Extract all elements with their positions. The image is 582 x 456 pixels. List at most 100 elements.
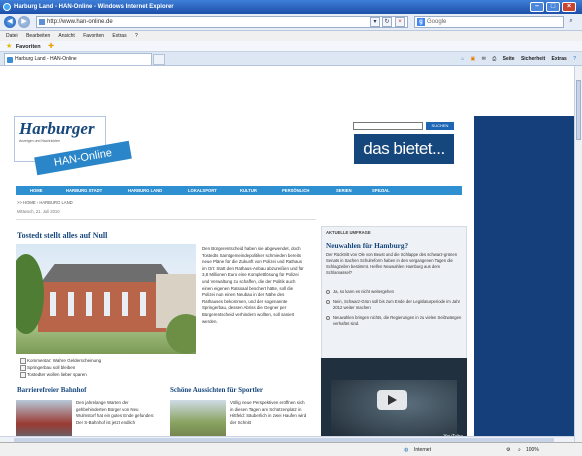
nav-persoenlich[interactable]: PERSÖNLICH	[282, 186, 309, 195]
related-link[interactable]: Kommentar: Wahre Gelderscheinung	[20, 357, 101, 364]
tools-menu[interactable]: Extras	[552, 56, 567, 62]
site-nav: HOME HARBURG STADT HARBURG LAND LOKALSPO…	[16, 186, 462, 195]
address-url: http://www.han-online.de	[47, 19, 113, 25]
help-icon[interactable]: ?	[573, 56, 576, 62]
article2-photo[interactable]	[16, 400, 72, 440]
poll-label: AKTUELLE UMFRAGE	[326, 230, 371, 235]
page-viewport: Harburger Anzeigen und Nachrichten HAN-O…	[0, 66, 574, 442]
related-link[interactable]: Springerbau soll bleiben	[20, 364, 101, 371]
video-thumbnail	[331, 380, 457, 440]
photo-window	[86, 292, 92, 316]
ie-logo-icon	[3, 3, 11, 11]
globe-icon: ◍	[404, 447, 409, 453]
photo-tree	[166, 314, 196, 354]
poll-option[interactable]: Ja, so kann es nicht weitergehen	[326, 289, 464, 295]
main-headline[interactable]: Tostedt stellt alles auf Null	[17, 231, 107, 240]
scroll-thumb[interactable]	[576, 80, 581, 140]
navigation-bar: ◀ ▶ http://www.han-online.de ▾ ↻ × g Goo…	[0, 14, 582, 31]
favorites-button[interactable]: Favoriten	[16, 44, 41, 50]
zone-label: Internet	[414, 447, 431, 453]
zoom-icon[interactable]: ⌕	[518, 443, 521, 456]
main-article-photo[interactable]	[16, 244, 196, 354]
poll-option-label: Nein, Schwarz-Grün soll bis zum Ende der…	[333, 299, 461, 310]
title-bar: Harburg Land - HAN-Online - Windows Inte…	[0, 0, 582, 14]
menu-item-bearbeiten[interactable]: Bearbeiten	[26, 33, 50, 39]
poll-option[interactable]: Neuwahlen bringen nichts, die Regierunge…	[326, 315, 464, 327]
nav-lokalsport[interactable]: LOKALSPORT	[188, 186, 217, 195]
article2-headline[interactable]: Barrierefreier Bahnhof	[17, 386, 86, 394]
menu-item-help[interactable]: ?	[135, 33, 138, 39]
poll-option[interactable]: Nein, Schwarz-Grün soll bis zum Ende der…	[326, 299, 464, 311]
maximize-button[interactable]: □	[546, 2, 560, 12]
nav-serien[interactable]: SERIEN	[336, 186, 352, 195]
radio-icon[interactable]	[326, 290, 330, 294]
site-logo[interactable]: Harburger Anzeigen und Nachrichten HAN-O…	[14, 116, 132, 176]
address-dropdown-icon[interactable]: ▾	[370, 17, 380, 27]
photo-window	[50, 292, 56, 316]
refresh-icon[interactable]: ↻	[382, 17, 392, 27]
tab-title: Harburg Land - HAN-Online	[15, 56, 77, 62]
photo-window	[68, 292, 74, 316]
page-icon	[39, 19, 45, 25]
poll-intro: Der Rücktritt von Ole von Beust und die …	[326, 252, 458, 275]
article3-headline[interactable]: Schöne Aussichten für Sportler	[170, 386, 263, 394]
menu-item-favoriten[interactable]: Favoriten	[83, 33, 104, 39]
site-search-input[interactable]	[353, 122, 423, 130]
photo-roof	[39, 264, 176, 284]
photo-building	[38, 282, 166, 332]
tab-bar: Harburg Land - HAN-Online ⌂ ▣ ✉ ⎙ Seite …	[0, 52, 582, 66]
stop-icon[interactable]: ×	[395, 17, 405, 27]
forward-button[interactable]: ▶	[18, 16, 30, 28]
article3-photo[interactable]	[170, 400, 226, 440]
zoom-level[interactable]: 100%	[526, 443, 539, 456]
google-icon: g	[417, 18, 425, 26]
video-player[interactable]: YouTube	[321, 358, 467, 442]
print-icon[interactable]: ⎙	[492, 56, 496, 62]
skyscraper-ad[interactable]	[474, 116, 574, 442]
poll-option-label: Ja, so kann es nicht weitergehen	[333, 289, 394, 294]
photo-window	[104, 292, 110, 316]
logo-name: Harburger	[19, 119, 95, 138]
radio-icon[interactable]	[326, 300, 330, 304]
page-date: Mittwoch, 21. Juli 2010	[17, 209, 60, 214]
nav-harburg-land[interactable]: HARBURG LAND	[128, 186, 162, 195]
poll-question: Neuwahlen für Hamburg?	[326, 241, 409, 250]
photo-window	[140, 292, 146, 316]
article3-lead: Völlig neue Perspektiven eröffnen sich i…	[230, 400, 307, 425]
play-icon[interactable]	[377, 390, 407, 410]
main-article-lead: Den Bürgerentscheid haben sie abgewendet…	[202, 246, 304, 324]
add-favorite-icon[interactable]: ✚	[48, 43, 54, 50]
new-tab-button[interactable]	[153, 54, 165, 65]
tab-harburg-land[interactable]: Harburg Land - HAN-Online	[4, 53, 152, 65]
search-box[interactable]: g Google	[414, 16, 564, 28]
divider	[16, 219, 316, 220]
banner-ad[interactable]: das bietet...	[354, 134, 454, 164]
minimize-button[interactable]: –	[530, 2, 544, 12]
article2-lead: Den jahrelange Warten der gehbehinderten…	[76, 400, 155, 425]
nav-kultur[interactable]: KULTUR	[240, 186, 257, 195]
safety-menu[interactable]: Sicherheit	[521, 56, 545, 62]
mail-icon[interactable]: ✉	[482, 56, 486, 62]
page-menu[interactable]: Seite	[503, 56, 515, 62]
menu-item-datei[interactable]: Datei	[6, 33, 18, 39]
menu-item-ansicht[interactable]: Ansicht	[58, 33, 74, 39]
back-button[interactable]: ◀	[4, 16, 16, 28]
feeds-icon[interactable]: ▣	[470, 56, 475, 62]
site-search-button[interactable]: SUCHEN	[426, 122, 454, 130]
home-icon[interactable]: ⌂	[461, 56, 464, 62]
search-icon[interactable]: ⌕	[566, 17, 576, 27]
address-bar[interactable]: http://www.han-online.de	[36, 16, 408, 28]
favorites-star-icon[interactable]: ★	[6, 43, 12, 50]
protected-mode-icon[interactable]: ⚙	[506, 443, 510, 456]
vertical-scrollbar[interactable]	[574, 66, 582, 442]
menu-item-extras[interactable]: Extras	[112, 33, 126, 39]
breadcrumb[interactable]: >> HOME › HARBURG LAND	[17, 200, 73, 205]
nav-spezial[interactable]: SPEZIAL	[372, 186, 390, 195]
command-bar: ⌂ ▣ ✉ ⎙ Seite Sicherheit Extras ?	[456, 52, 576, 66]
nav-harburg-stadt[interactable]: HARBURG STADT	[66, 186, 102, 195]
nav-home[interactable]: HOME	[30, 186, 43, 195]
related-link[interactable]: Tostedter wollen lieber sparen	[20, 371, 101, 378]
close-button[interactable]: ×	[562, 2, 576, 12]
poll-option-label: Neuwahlen bringen nichts, die Regierunge…	[333, 315, 462, 326]
radio-icon[interactable]	[326, 316, 330, 320]
